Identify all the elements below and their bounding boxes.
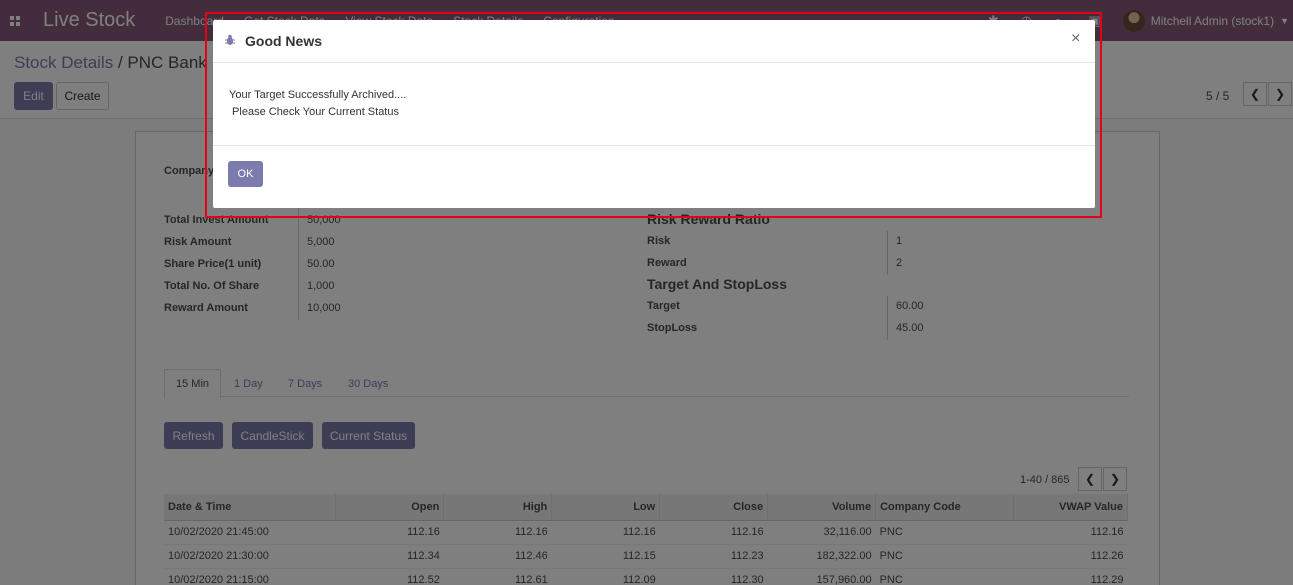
annotation-highlight [205, 12, 1102, 218]
